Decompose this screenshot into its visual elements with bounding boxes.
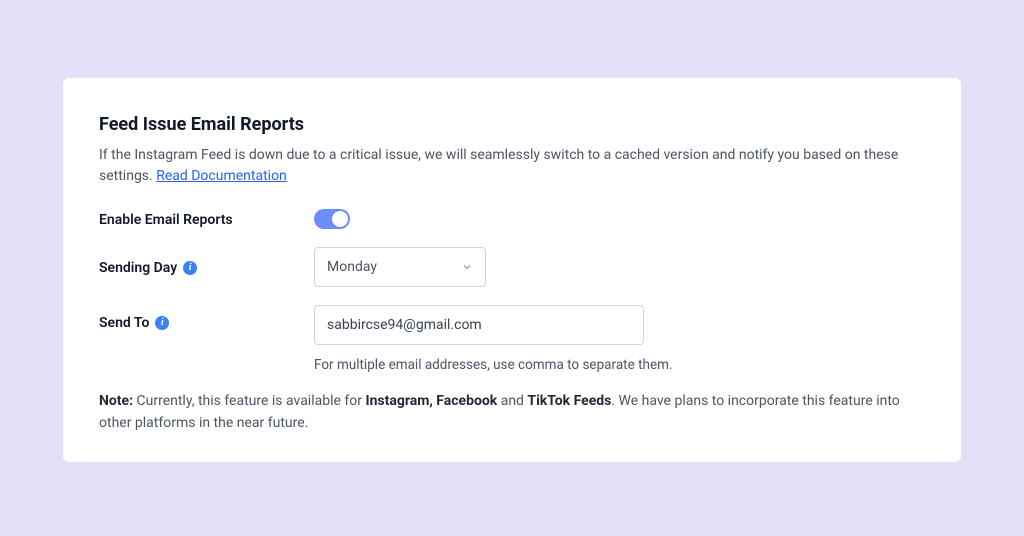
note-bold1: Instagram, Facebook — [365, 393, 497, 409]
note-text: Note: Currently, this feature is availab… — [99, 391, 925, 434]
enable-control — [314, 209, 925, 229]
section-title: Feed Issue Email Reports — [99, 114, 925, 135]
sending-day-control: Monday — [314, 247, 925, 287]
send-to-control: sabbircse94@gmail.com For multiple email… — [314, 305, 925, 373]
send-to-row: Send To i sabbircse94@gmail.com For mult… — [99, 305, 925, 373]
enable-toggle[interactable] — [314, 209, 350, 229]
sending-day-label-col: Sending Day i — [99, 258, 314, 276]
note-bold2: TikTok Feeds — [527, 393, 611, 409]
settings-card: Feed Issue Email Reports If the Instagra… — [63, 78, 961, 462]
send-to-value: sabbircse94@gmail.com — [327, 317, 482, 333]
info-icon[interactable]: i — [183, 261, 197, 275]
note-prefix: Note: — [99, 393, 133, 409]
enable-label: Enable Email Reports — [99, 210, 314, 228]
note-part1: Currently, this feature is available for — [133, 393, 365, 409]
chevron-down-icon — [461, 261, 473, 273]
toggle-knob — [332, 211, 348, 227]
sending-day-label: Sending Day — [99, 260, 177, 276]
note-between: and — [497, 393, 527, 409]
read-documentation-link[interactable]: Read Documentation — [156, 168, 287, 184]
send-to-label-col: Send To i — [99, 305, 314, 331]
section-description: If the Instagram Feed is down due to a c… — [99, 145, 925, 187]
send-to-label: Send To — [99, 315, 149, 331]
sending-day-select[interactable]: Monday — [314, 247, 486, 287]
info-icon[interactable]: i — [155, 316, 169, 330]
enable-row: Enable Email Reports — [99, 209, 925, 229]
sending-day-row: Sending Day i Monday — [99, 247, 925, 287]
send-to-helper: For multiple email addresses, use comma … — [314, 357, 925, 373]
sending-day-value: Monday — [327, 259, 377, 275]
send-to-input[interactable]: sabbircse94@gmail.com — [314, 305, 644, 345]
